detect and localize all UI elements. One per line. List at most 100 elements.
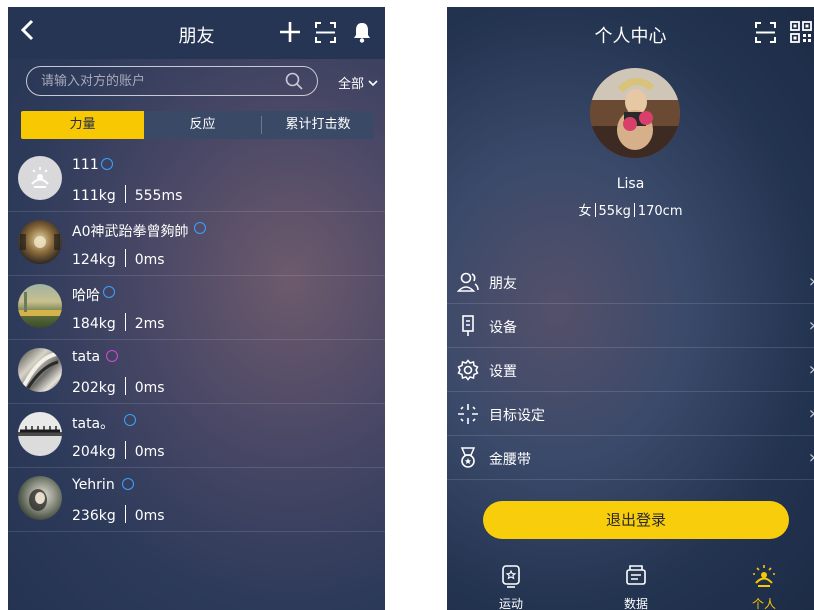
friend-weight: 184kg <box>72 316 116 332</box>
friend-weight: 202kg <box>72 380 116 396</box>
logout-button[interactable]: 退出登录 <box>483 501 789 539</box>
tab-reaction[interactable]: 反应 <box>144 111 261 139</box>
medal-icon <box>460 447 476 468</box>
verified-badge-icon <box>103 286 115 298</box>
friend-stats: 236kg 0ms <box>72 505 165 524</box>
avatar-image <box>18 292 62 316</box>
friend-name: A0神武跆拳曾夠帥 <box>72 224 189 240</box>
tab-strength[interactable]: 力量 <box>21 111 144 139</box>
avatar <box>18 220 62 264</box>
friend-weight: 124kg <box>72 252 116 268</box>
nav-item-data[interactable]: 数据 <box>606 555 666 610</box>
scan-icon <box>755 22 776 43</box>
nav-item-sport[interactable]: 运动 <box>481 555 541 610</box>
menu-label: 设置 <box>489 364 517 380</box>
chevron-down-icon <box>368 80 378 87</box>
chevron-right-icon: › <box>809 359 814 380</box>
profile-height: 170cm <box>637 204 683 219</box>
avatar-image <box>20 234 60 250</box>
verified-badge-icon <box>101 158 113 170</box>
chevron-right-icon: › <box>809 315 814 336</box>
menu-label: 设备 <box>489 320 517 336</box>
profile-screen: 个人中心 Lisa 女55kg170cm 朋友 › <box>447 7 814 610</box>
menu-item-goal[interactable]: 目标设定 › <box>447 392 814 436</box>
friend-stats: 202kg 0ms <box>72 377 165 396</box>
scan-icon <box>315 22 336 43</box>
profile-avatar[interactable] <box>590 68 680 158</box>
nav-label: 个人 <box>751 597 776 610</box>
data-icon <box>626 565 646 585</box>
avatar-image <box>590 68 680 158</box>
friend-stats: 111kg 555ms <box>72 185 182 204</box>
friend-name: 哈哈 <box>72 288 100 304</box>
friend-name: tata。 <box>72 416 115 432</box>
add-friend-button[interactable] <box>279 21 301 47</box>
verified-badge-icon <box>124 414 136 426</box>
profile-info: 女 55kg 170cm <box>447 200 814 219</box>
menu-label: 朋友 <box>489 276 517 292</box>
avatar <box>18 348 62 392</box>
verified-badge-icon <box>122 478 134 490</box>
list-item[interactable]: 哈哈 184kg 2ms <box>8 276 385 340</box>
menu-label: 目标设定 <box>489 408 545 424</box>
friend-weight: 236kg <box>72 508 116 524</box>
friends-screen: 朋友 全部 力量 反应 累计打击数 111 111kg 555ms <box>8 7 385 610</box>
sport-icon <box>502 565 520 588</box>
avatar <box>18 412 62 456</box>
friend-stats: 204kg 0ms <box>72 441 165 460</box>
device-icon <box>462 315 474 336</box>
qr-code-icon <box>790 21 812 43</box>
search-input[interactable] <box>41 72 271 90</box>
settings-icon <box>457 359 479 381</box>
nav-label: 运动 <box>498 597 523 610</box>
verified-badge-icon <box>194 222 206 234</box>
scan-button[interactable] <box>315 22 336 47</box>
avatar <box>18 156 62 200</box>
friend-name: Yehrin <box>72 477 115 493</box>
friend-time: 0ms <box>134 252 165 268</box>
list-item[interactable]: tata 202kg 0ms <box>8 340 385 404</box>
friend-stats: 124kg 0ms <box>72 249 165 268</box>
list-item[interactable]: A0神武跆拳曾夠帥 124kg 0ms <box>8 212 385 276</box>
chevron-right-icon: › <box>809 447 814 468</box>
friend-time: 2ms <box>134 316 165 332</box>
verified-badge-icon <box>106 350 118 362</box>
menu-item-settings[interactable]: 设置 › <box>447 348 814 392</box>
qr-code-button[interactable] <box>790 21 812 47</box>
avatar <box>18 284 62 328</box>
notification-button[interactable] <box>353 21 371 47</box>
chevron-right-icon: › <box>809 403 814 424</box>
filter-dropdown[interactable]: 全部 <box>338 73 378 92</box>
friend-time: 0ms <box>134 444 165 460</box>
menu-label: 金腰带 <box>489 452 531 468</box>
nav-item-person[interactable]: 个人 <box>734 555 794 610</box>
profile-name: Lisa <box>616 176 645 192</box>
profile-weight: 55kg <box>598 204 631 219</box>
friend-weight: 111kg <box>72 188 116 204</box>
menu-item-device[interactable]: 设备 › <box>447 304 814 348</box>
person-icon <box>753 565 775 587</box>
search-icon[interactable] <box>285 72 303 90</box>
friend-time: 555ms <box>134 188 183 204</box>
avatar-image <box>29 489 47 511</box>
ranking-tabs: 力量 反应 累计打击数 <box>21 111 374 139</box>
scan-button[interactable] <box>755 22 776 47</box>
list-item[interactable]: tata。 204kg 0ms <box>8 404 385 468</box>
friend-name: tata <box>72 349 101 365</box>
default-avatar-icon <box>31 167 49 188</box>
search-box[interactable] <box>26 66 318 96</box>
friend-weight: 204kg <box>72 444 116 460</box>
menu-item-friends[interactable]: 朋友 › <box>447 260 814 304</box>
friend-name: 111 <box>72 157 99 173</box>
list-item[interactable]: Yehrin 236kg 0ms <box>8 468 385 532</box>
tab-total-hits[interactable]: 累计打击数 <box>262 111 374 139</box>
chevron-right-icon: › <box>809 271 814 292</box>
avatar-image <box>22 352 59 389</box>
menu-item-gold-belt[interactable]: 金腰带 › <box>447 436 814 480</box>
header-bar: 朋友 <box>8 7 385 59</box>
target-icon <box>458 404 478 424</box>
friends-icon <box>457 272 479 292</box>
profile-gender: 女 <box>578 204 592 219</box>
bottom-nav: 运动 数据 个人 <box>447 555 814 610</box>
list-item[interactable]: 111 111kg 555ms <box>8 148 385 212</box>
